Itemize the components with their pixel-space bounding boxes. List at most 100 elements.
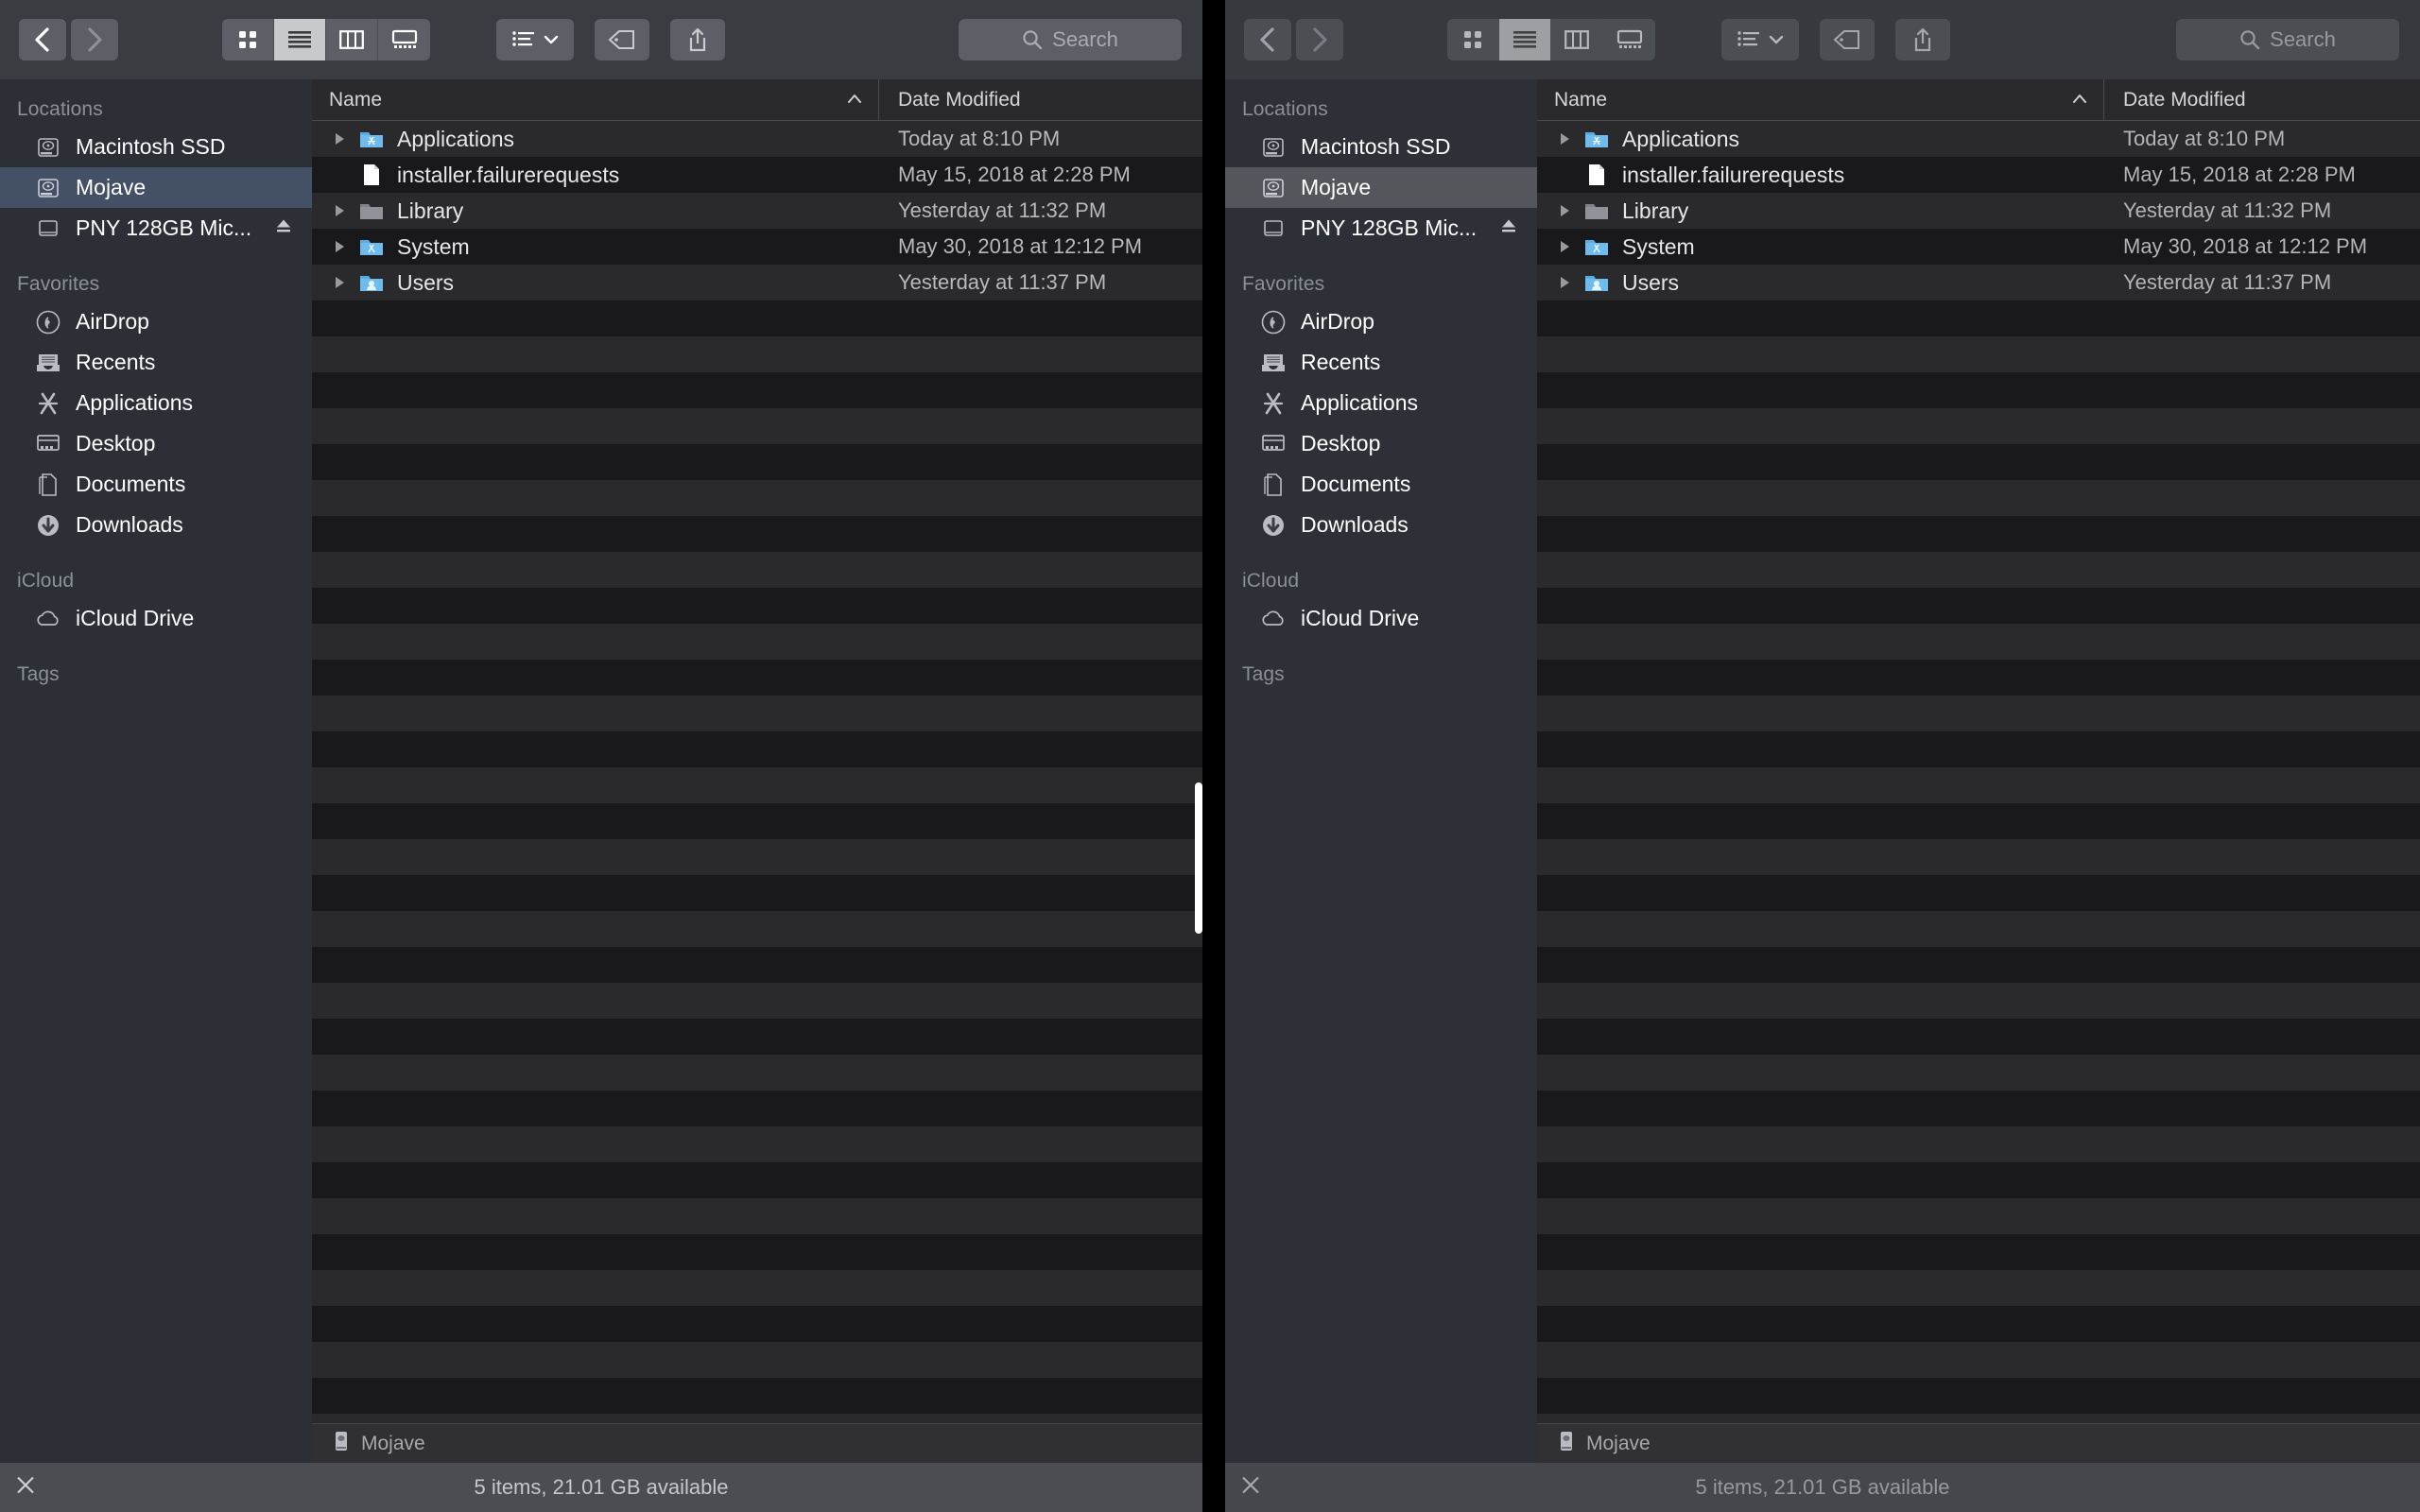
table-row[interactable]: installer.failurerequests May 15, 2018 a… <box>1537 157 2420 193</box>
table-row-empty <box>312 1198 1202 1234</box>
search-field[interactable]: Search <box>2176 19 2399 60</box>
disclosure-triangle-icon[interactable] <box>1552 239 1577 254</box>
column-header-date-modified[interactable]: Date Modified <box>2104 79 2246 120</box>
table-row-empty <box>312 516 1202 552</box>
table-row-empty <box>312 839 1202 875</box>
disclosure-triangle-icon[interactable] <box>327 131 352 146</box>
icon-view-button[interactable] <box>222 19 274 60</box>
screenshot-stage: Search Locations Macintosh SSD Mojave PN… <box>0 0 2420 1512</box>
forward-button[interactable] <box>71 19 118 60</box>
sidebar-item-airdrop[interactable]: AirDrop <box>1225 301 1537 342</box>
sidebar-item-applications[interactable]: Applications <box>1225 383 1537 423</box>
sidebar-item-downloads[interactable]: Downloads <box>0 505 312 545</box>
eject-button[interactable] <box>274 215 293 241</box>
sidebar-item-desktop[interactable]: Desktop <box>1225 423 1537 464</box>
sidebar-item-documents[interactable]: Documents <box>0 464 312 505</box>
gallery-view-button[interactable] <box>378 19 430 60</box>
forward-button[interactable] <box>1296 19 1343 60</box>
disclosure-triangle-icon[interactable] <box>1552 275 1577 290</box>
row-name-cell: Applications <box>312 127 879 152</box>
search-field[interactable]: Search <box>959 19 1182 60</box>
sidebar-item-mojave[interactable]: Mojave <box>0 167 312 208</box>
sidebar-item-mojave[interactable]: Mojave <box>1225 167 1537 208</box>
disclosure-triangle-icon[interactable] <box>327 203 352 218</box>
column-header-date-modified[interactable]: Date Modified <box>879 79 1021 120</box>
file-name-label: Users <box>1622 269 1680 295</box>
sidebar-item-documents[interactable]: Documents <box>1225 464 1537 505</box>
column-header-name-label: Name <box>329 88 383 111</box>
sidebar-item-macintosh-ssd[interactable]: Macintosh SSD <box>1225 127 1537 167</box>
tag-button[interactable] <box>595 19 649 60</box>
table-row-empty <box>312 1126 1202 1162</box>
path-current-label[interactable]: Mojave <box>1586 1433 1651 1455</box>
table-row-empty <box>1537 803 2420 839</box>
column-header-name-label: Name <box>1554 88 1608 111</box>
column-header-name[interactable]: Name <box>1537 79 2104 120</box>
file-rows: Applications Today at 8:10 PM installer.… <box>1537 121 2420 1423</box>
table-row[interactable]: installer.failurerequests May 15, 2018 a… <box>312 157 1202 193</box>
table-row-empty <box>312 731 1202 767</box>
sidebar-item-pny-drive[interactable]: PNY 128GB Mic... <box>1225 208 1537 249</box>
view-mode-group <box>1447 19 1655 60</box>
disclosure-triangle-icon[interactable] <box>1552 131 1577 146</box>
sidebar-item-desktop[interactable]: Desktop <box>0 423 312 464</box>
table-row-empty <box>1537 588 2420 624</box>
list-view-button[interactable] <box>274 19 326 60</box>
sidebar-item-icloud-drive[interactable]: iCloud Drive <box>1225 598 1537 639</box>
table-row[interactable]: System May 30, 2018 at 12:12 PM <box>1537 229 2420 265</box>
disclosure-triangle-icon[interactable] <box>1552 203 1577 218</box>
share-button[interactable] <box>1895 19 1950 60</box>
sidebar-item-macintosh-ssd[interactable]: Macintosh SSD <box>0 127 312 167</box>
back-button[interactable] <box>1244 19 1291 60</box>
tag-button[interactable] <box>1820 19 1875 60</box>
table-row[interactable]: Applications Today at 8:10 PM <box>312 121 1202 157</box>
window-body: Locations Macintosh SSD Mojave PNY 128GB… <box>1225 79 2420 1463</box>
status-text: 5 items, 21.01 GB available <box>474 1475 729 1499</box>
list-column-header: Name Date Modified <box>1537 79 2420 121</box>
vertical-scrollbar[interactable] <box>1195 782 1202 934</box>
sort-ascending-icon <box>848 94 861 103</box>
disclosure-triangle-icon[interactable] <box>327 239 352 254</box>
icon-view-button[interactable] <box>1447 19 1499 60</box>
sidebar-item-icloud-drive[interactable]: iCloud Drive <box>0 598 312 639</box>
file-date-label: May 30, 2018 at 12:12 PM <box>2123 234 2368 258</box>
back-button[interactable] <box>19 19 66 60</box>
column-view-button[interactable] <box>326 19 378 60</box>
table-row[interactable]: Library Yesterday at 11:32 PM <box>1537 193 2420 229</box>
sidebar-section-icloud-title: iCloud <box>1242 570 1300 592</box>
path-current-label[interactable]: Mojave <box>361 1433 425 1455</box>
column-view-icon <box>339 30 364 49</box>
table-row-empty <box>1537 1198 2420 1234</box>
table-row[interactable]: Applications Today at 8:10 PM <box>1537 121 2420 157</box>
table-row[interactable]: Library Yesterday at 11:32 PM <box>312 193 1202 229</box>
disclosure-triangle-icon[interactable] <box>327 275 352 290</box>
table-row-empty <box>312 624 1202 660</box>
column-header-name[interactable]: Name <box>312 79 879 120</box>
sidebar-item-pny-drive[interactable]: PNY 128GB Mic... <box>0 208 312 249</box>
arrange-button[interactable] <box>1721 19 1799 60</box>
table-row[interactable]: System May 30, 2018 at 12:12 PM <box>312 229 1202 265</box>
sidebar-item-airdrop[interactable]: AirDrop <box>0 301 312 342</box>
gallery-view-button[interactable] <box>1603 19 1655 60</box>
sidebar-item-label: PNY 128GB Mic... <box>76 215 252 240</box>
table-row-empty <box>1537 372 2420 408</box>
sidebar-item-applications[interactable]: Applications <box>0 383 312 423</box>
file-date-label: Yesterday at 11:37 PM <box>898 270 1107 294</box>
x-icon[interactable] <box>1238 1473 1263 1503</box>
table-row[interactable]: Users Yesterday at 11:37 PM <box>1537 265 2420 301</box>
list-view-button[interactable] <box>1499 19 1551 60</box>
sidebar-item-downloads[interactable]: Downloads <box>1225 505 1537 545</box>
chevron-down-icon <box>544 35 559 44</box>
sidebar-item-label: Mojave <box>76 175 147 199</box>
sidebar-item-recents[interactable]: Recents <box>0 342 312 383</box>
x-icon[interactable] <box>13 1473 38 1503</box>
share-button[interactable] <box>670 19 725 60</box>
eject-button[interactable] <box>1499 215 1518 241</box>
sidebar-item-recents[interactable]: Recents <box>1225 342 1537 383</box>
table-row-empty <box>312 336 1202 372</box>
drive-icon <box>1556 1430 1577 1457</box>
column-view-button[interactable] <box>1551 19 1603 60</box>
table-row-empty <box>1537 1091 2420 1126</box>
arrange-button[interactable] <box>496 19 574 60</box>
table-row[interactable]: Users Yesterday at 11:37 PM <box>312 265 1202 301</box>
